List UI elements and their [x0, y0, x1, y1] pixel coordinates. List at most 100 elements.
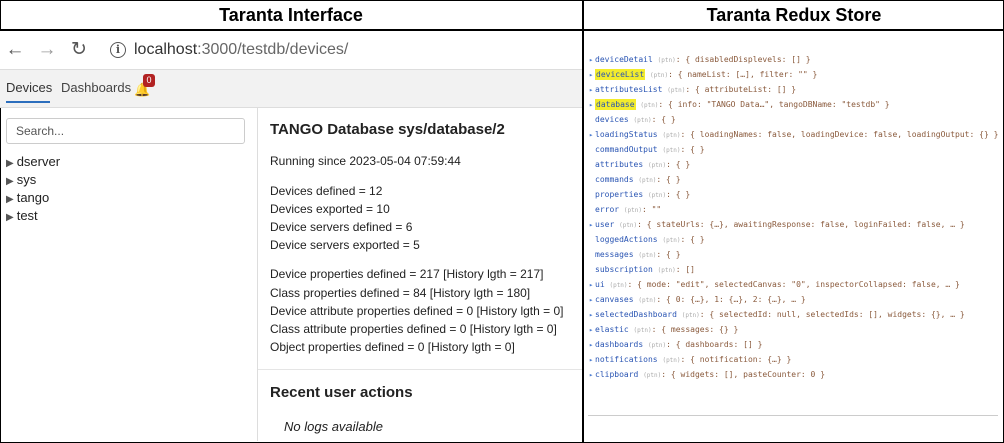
store-value: : { 0: {…}, 1: {…}, 2: {…}, … }: [656, 295, 806, 304]
left-panel-title: Taranta Interface: [219, 5, 363, 25]
device-sidebar: ▶dserver ▶sys ▶tango ▶test: [0, 107, 258, 441]
store-value: : { }: [656, 250, 681, 259]
store-ptn-tag: (ptn): [662, 237, 681, 244]
tree-item-dserver[interactable]: ▶ dserver: [6, 154, 60, 169]
store-entry-deviceDetail[interactable]: ▸ deviceDetail (ptn): { disabledDisplevel…: [589, 55, 811, 64]
store-key: elastic: [595, 325, 629, 334]
store-entry-loggedActions: loggedActions (ptn): { }: [595, 235, 705, 244]
store-tree: ▸ deviceDetail (ptn): { disabledDisplevel…: [588, 52, 998, 416]
running-since: Running since 2023-05-04 07:59:44: [270, 154, 461, 168]
store-key: selectedDashboard: [595, 310, 677, 319]
tab-devices[interactable]: Devices: [6, 80, 52, 95]
store-entry-loadingStatus[interactable]: ▸ loadingStatus (ptn): { loadingNames: fa…: [589, 130, 998, 139]
tree-item-sys[interactable]: ▶ sys: [6, 172, 36, 187]
store-ptn-tag: (ptn): [638, 252, 657, 259]
store-value: : { dashboards: [] }: [666, 340, 763, 349]
store-value: : { }: [666, 190, 691, 199]
notification-badge: 0: [143, 74, 155, 87]
forward-arrow-icon[interactable]: →: [36, 39, 58, 61]
store-value: : { info: "TANGO Data…", tangoDBName: "t…: [658, 100, 890, 109]
store-entry-selectedDashboard[interactable]: ▸ selectedDashboard (ptn): { selectedId: …: [589, 310, 965, 319]
store-value: : "": [641, 205, 662, 214]
url-host: localhost: [134, 41, 198, 58]
caret-right-icon: ▶: [6, 176, 14, 187]
store-ptn-tag: (ptn): [662, 357, 681, 364]
site-info-icon[interactable]: i: [110, 42, 126, 58]
tree-item-tango[interactable]: ▶ tango: [6, 190, 49, 205]
store-value: : { disabledDisplevels: [] }: [675, 55, 811, 64]
search-input[interactable]: [6, 118, 245, 144]
store-key: loadingStatus: [595, 130, 658, 139]
store-entry-ui[interactable]: ▸ ui (ptn): { mode: "edit", selectedCanva…: [589, 280, 960, 289]
page-title: TANGO Database sys/database/2: [270, 121, 505, 138]
right-panel-title: Taranta Redux Store: [706, 5, 882, 25]
store-ptn-tag: (ptn): [643, 372, 662, 379]
prop-line: Class attribute properties defined = 0 […: [270, 322, 557, 336]
caret-right-icon: ▶: [6, 212, 14, 223]
store-key: error: [595, 205, 620, 214]
store-value: : { nameList: […], filter: "" }: [668, 70, 818, 79]
store-key: properties: [595, 190, 644, 199]
store-ptn-tag: (ptn): [633, 117, 652, 124]
tree-item-label: sys: [16, 172, 37, 187]
database-info-panel: TANGO Database sys/database/2 Running si…: [258, 107, 582, 441]
caret-right-icon: ▶: [6, 158, 14, 169]
reload-icon[interactable]: ↻: [68, 39, 90, 61]
store-ptn-tag: (ptn): [662, 132, 681, 139]
store-ptn-tag: (ptn): [619, 222, 638, 229]
store-value: : []: [675, 265, 695, 274]
store-entry-commands: commands (ptn): { }: [595, 175, 681, 184]
store-key: dashboards: [595, 340, 644, 349]
address-bar[interactable]: localhost:3000/testdb/devices/: [134, 40, 348, 60]
store-ptn-tag: (ptn): [657, 57, 676, 64]
store-entry-messages: messages (ptn): { }: [595, 250, 681, 259]
store-value: : { loadingNames: false, loadingDevice: …: [680, 130, 999, 139]
store-ptn-tag: (ptn): [681, 312, 700, 319]
store-ptn-tag: (ptn): [638, 177, 657, 184]
store-key: devices: [595, 115, 629, 124]
store-entry-attributesList[interactable]: ▸ attributesList (ptn): { attributeList: …: [589, 85, 796, 94]
store-entry-dashboards[interactable]: ▸ dashboards (ptn): { dashboards: [] }: [589, 340, 762, 349]
tree-item-test[interactable]: ▶ test: [6, 208, 38, 223]
store-value: : { }: [651, 115, 676, 124]
store-value: : { widgets: [], pasteCounter: 0 }: [661, 370, 826, 379]
store-value: : { notification: {…} }: [680, 355, 792, 364]
store-entry-user[interactable]: ▸ user (ptn): { stateUrls: {…}, awaitingR…: [589, 220, 965, 229]
caret-right-icon: ▶: [6, 194, 14, 205]
store-entry-commandOutput: commandOutput (ptn): { }: [595, 145, 705, 154]
store-entry-clipboard[interactable]: ▸ clipboard (ptn): { widgets: [], pasteCo…: [589, 370, 825, 379]
store-entry-canvases[interactable]: ▸ canvases (ptn): { 0: {…}, 1: {…}, 2: {……: [589, 295, 806, 304]
prop-line: Device properties defined = 217 [History…: [270, 267, 544, 281]
store-key: attributes: [595, 160, 644, 169]
store-key: commands: [595, 175, 634, 184]
store-ptn-tag: (ptn): [609, 282, 628, 289]
no-logs-message: No logs available: [284, 419, 384, 434]
store-ptn-tag: (ptn): [648, 342, 667, 349]
store-entry-elastic[interactable]: ▸ elastic (ptn): { messages: {} }: [589, 325, 738, 334]
prop-line: Class properties defined = 84 [History l…: [270, 286, 531, 300]
tab-dashboards[interactable]: Dashboards: [61, 80, 131, 95]
store-key: canvases: [595, 295, 634, 304]
prop-line: Device attribute properties defined = 0 …: [270, 304, 564, 318]
store-key: attributesList: [595, 85, 663, 94]
store-entry-deviceList[interactable]: ▸ deviceList (ptn): { nameList: […], filt…: [589, 69, 818, 80]
store-ptn-tag: (ptn): [648, 162, 667, 169]
store-ptn-tag: (ptn): [662, 147, 681, 154]
store-value: : { selectedId: null, selectedIds: [], w…: [699, 310, 965, 319]
store-ptn-tag: (ptn): [623, 207, 642, 214]
store-ptn-tag: (ptn): [667, 87, 686, 94]
stat-line: Device servers exported = 5: [270, 238, 420, 252]
store-value: : { }: [656, 175, 681, 184]
app-tabs: Devices Dashboards 🔔 0: [0, 69, 582, 108]
store-key: messages: [595, 250, 634, 259]
store-entry-attributes: attributes (ptn): { }: [595, 160, 690, 169]
store-entry-database[interactable]: ▸ database (ptn): { info: "TANGO Data…", …: [589, 99, 890, 110]
tree-item-label: dserver: [16, 154, 61, 169]
recent-actions-title: Recent user actions: [270, 384, 413, 401]
prop-line: Object properties defined = 0 [History l…: [270, 340, 515, 354]
stat-line: Devices exported = 10: [270, 202, 390, 216]
store-key: notifications: [595, 355, 658, 364]
store-key: subscription: [595, 265, 653, 274]
back-arrow-icon[interactable]: ←: [4, 39, 26, 61]
store-entry-notifications[interactable]: ▸ notifications (ptn): { notification: {……: [589, 355, 791, 364]
